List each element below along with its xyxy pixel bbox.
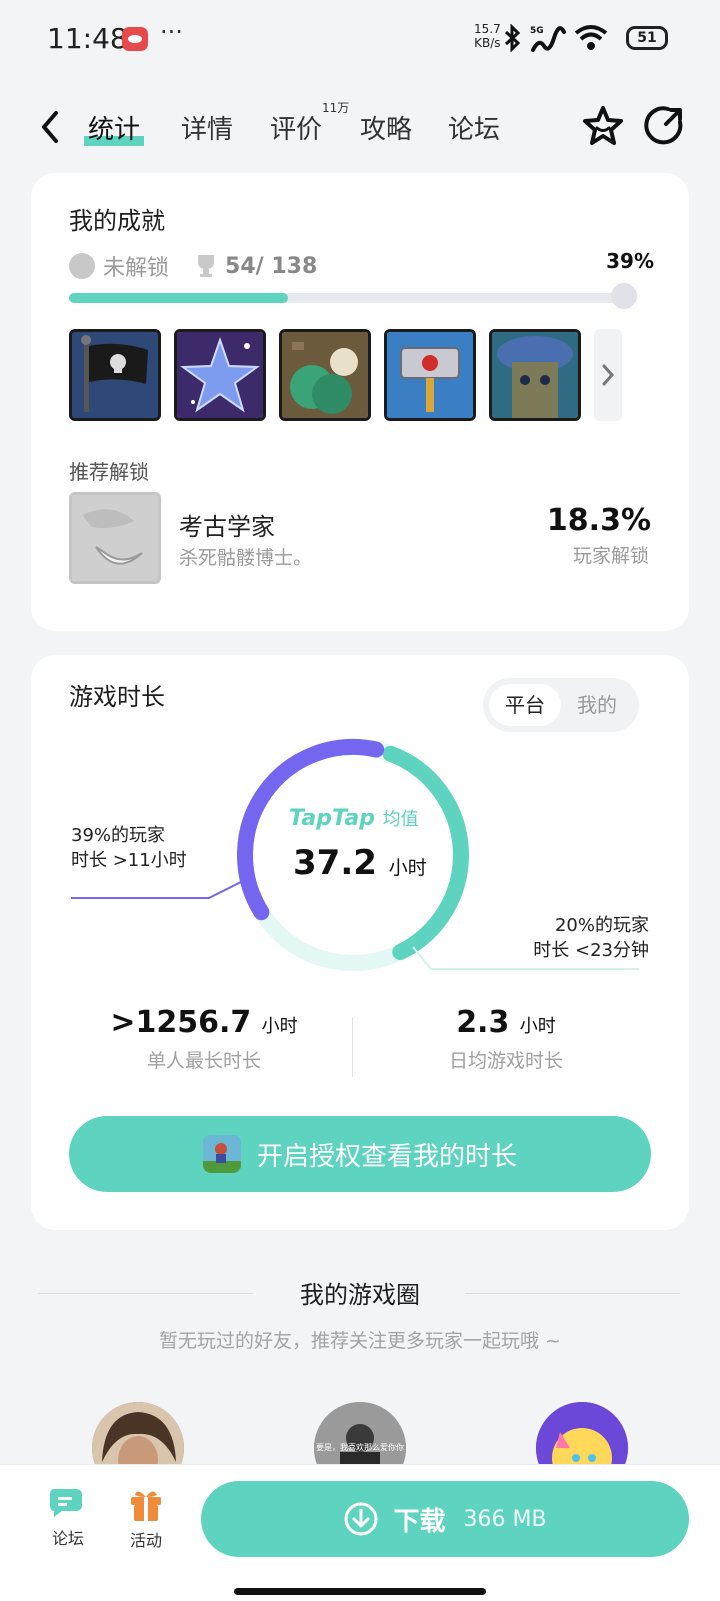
achievements-more-button[interactable] [594,329,622,421]
svg-text:5G: 5G [530,26,544,36]
stat-divider [352,1017,353,1077]
unlock-summary: 未解锁 54/ 138 [69,251,317,281]
bottom-bar: 论坛 活动 下载 366 MB [0,1464,720,1601]
recommended-achievement-desc: 杀死骷髅博士。 [179,547,313,569]
game-icon [202,1135,241,1173]
app-notification-icon [122,27,148,51]
tab-stats[interactable]: 统计 [83,109,145,146]
playtime-card: 游戏时长 平台 我的 TapTap 均值 37.2 小时 39%的玩家 时长 >… [31,655,689,1230]
chevron-right-icon [602,364,615,386]
achievement-count: 54/ 138 [225,253,318,279]
max-playtime-stat: >1256.7 小时 单人最长时长 [110,1005,298,1072]
authorize-playtime-button[interactable]: 开启授权查看我的时长 [69,1116,651,1192]
tab-forum[interactable]: 论坛 [448,109,500,146]
network-speed: 15.7 KB/s [474,22,501,50]
clock: 11:48 [47,22,128,55]
hammer-badge[interactable] [384,329,476,421]
download-icon [344,1502,378,1536]
playtime-title: 游戏时长 [69,683,165,711]
forum-icon [50,1489,82,1517]
home-indicator [234,1588,486,1595]
daily-playtime-stat: 2.3 小时 日均游戏时长 [448,1005,563,1072]
signal-icon: 5G [530,26,566,52]
pirate-flag-badge[interactable] [69,329,161,421]
download-button[interactable]: 下载 366 MB [201,1481,689,1557]
tab-reviews[interactable]: 评价 [270,109,322,146]
toggle-platform[interactable]: 平台 [489,684,561,726]
status-bar: 11:48 ··· 15.7 KB/s 5G 51 [0,0,720,80]
long-players-note: 39%的玩家 时长 >11小时 [71,825,187,871]
average-playtime: 37.2 小时 [293,843,427,883]
achievement-progress-bar [69,293,631,303]
share-icon[interactable] [642,104,686,148]
recommend-title: 推荐解锁 [69,460,149,484]
progress-end-marker [611,283,637,309]
playtime-toggle: 平台 我的 [483,678,639,732]
taptap-brand: TapTap 均值 [289,806,419,831]
achievements-title: 我的成就 [69,207,165,235]
toggle-mine[interactable]: 我的 [561,684,633,726]
back-arrow-icon[interactable] [38,107,62,147]
achievement-progress-fill [69,293,289,303]
star-icon[interactable] [581,104,625,148]
achievement-percent: 39% [606,249,654,273]
right-connector-line [412,946,639,970]
achievements-card: 我的成就 未解锁 54/ 138 39% 推荐解锁 考古学家 杀死骷髅博士。 1… [31,173,689,631]
recommended-achievement-name: 考古学家 [179,513,275,541]
left-connector-line [71,881,242,899]
avatar-caption: 要是，我喜欢那么爱你你 [316,1443,404,1452]
wifi-icon [574,25,608,50]
tab-details[interactable]: 详情 [181,109,233,146]
trophy-icon [198,255,215,277]
activity-button[interactable]: 活动 [116,1485,176,1551]
star-badge[interactable] [174,329,266,421]
locked-label: 未解锁 [103,256,170,281]
forum-button[interactable]: 论坛 [38,1485,98,1549]
tab-guides[interactable]: 攻略 [360,109,412,146]
battery-icon: 51 [626,26,668,50]
bluetooth-icon [504,24,521,52]
review-count-badge: 11万 [322,101,350,115]
recommended-achievement-percent-label: 玩家解锁 [572,545,649,567]
game-circle-subtitle: 暂无玩过的好友，推荐关注更多玩家一起玩哦 ~ [159,1330,561,1352]
recommended-achievement-percent: 18.3% [546,503,651,538]
gift-icon [131,1491,161,1521]
more-notifications-icon: ··· [160,18,183,46]
treasure-badge[interactable] [279,329,371,421]
top-nav: 统计 详情 评价 11万 攻略 论坛 [0,95,720,165]
recommended-achievement-image[interactable] [69,492,161,584]
divider-line-right [465,1293,680,1294]
tree-badge[interactable] [489,329,581,421]
gem-icon [69,253,95,279]
achievement-badges [69,329,622,421]
